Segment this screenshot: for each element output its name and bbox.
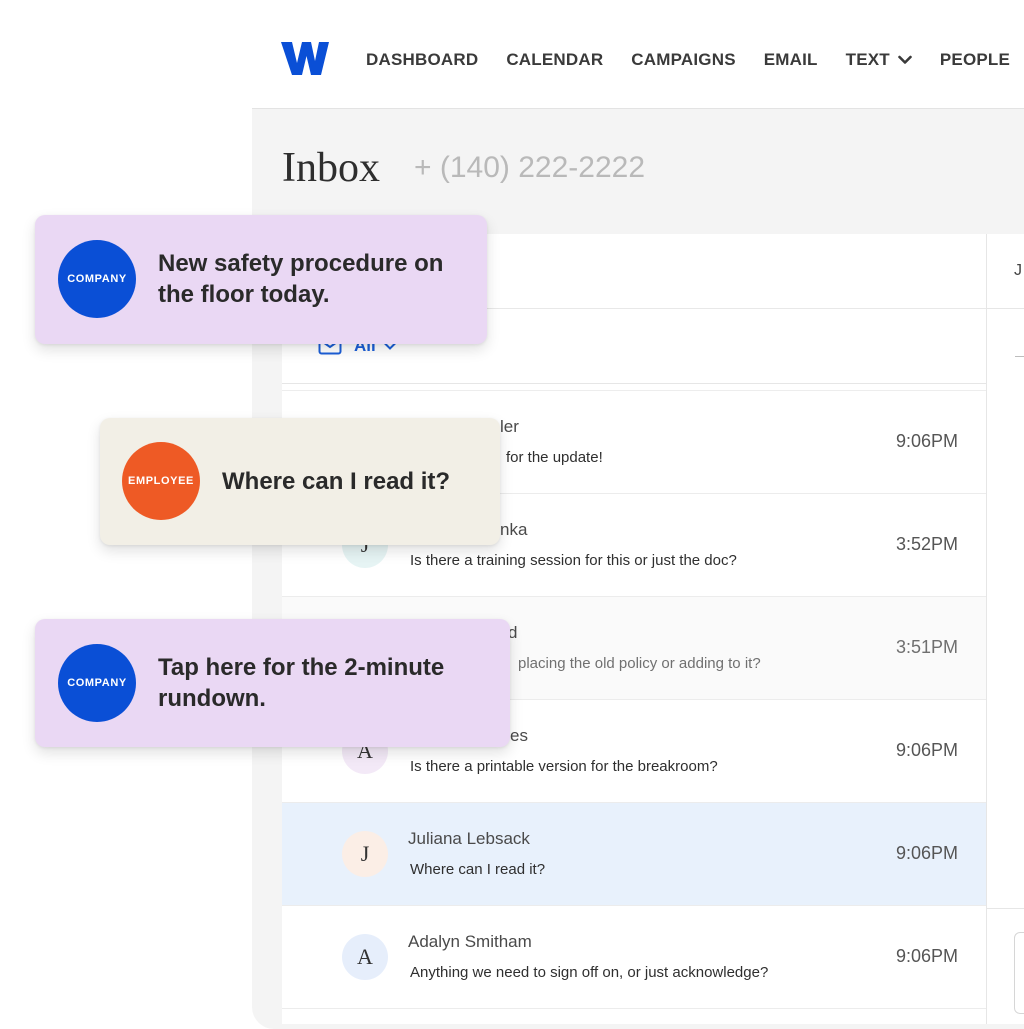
message-preview: Is there a printable version for the bre… xyxy=(410,758,718,775)
detail-header-divider xyxy=(986,308,1024,309)
message-time: 9:06PM xyxy=(895,946,958,966)
nav-calendar[interactable]: CALENDAR xyxy=(506,48,603,72)
message-composer-input[interactable] xyxy=(1014,932,1024,1014)
nav-email[interactable]: EMAIL xyxy=(764,48,818,72)
main-nav: DASHBOARD CALENDAR CAMPAIGNS EMAIL TEXT … xyxy=(366,48,1024,72)
contact-name: nka xyxy=(500,520,528,539)
conversation-detail-panel xyxy=(986,234,1024,1024)
avatar: A xyxy=(342,934,388,980)
contact-name: Juliana Lebsack xyxy=(408,829,530,848)
contact-name: Adalyn Smitham xyxy=(408,932,532,951)
page-title: Inbox xyxy=(282,145,380,191)
message-preview: Anything we need to sign off on, or just… xyxy=(410,964,769,981)
employee-message-card: EMPLOYEE Where can I read it? xyxy=(100,418,500,545)
detail-composer-divider xyxy=(986,908,1024,909)
nav-people[interactable]: PEOPLE xyxy=(940,48,1010,72)
message-preview: for the update! xyxy=(506,449,603,466)
inbox-phone-number: + (140) 222-2222 xyxy=(414,151,646,184)
message-time: 3:52PM xyxy=(895,534,958,554)
nav-text[interactable]: TEXT xyxy=(846,48,912,72)
avatar: J xyxy=(342,831,388,877)
conversation-row[interactable]: A Adalyn Smitham Anything we need to sig… xyxy=(282,906,986,1009)
nav-campaigns[interactable]: CAMPAIGNS xyxy=(631,48,735,72)
contact-name: es xyxy=(510,726,528,745)
filter-divider xyxy=(282,383,986,384)
card-message-text: Tap here for the 2-minute rundown. xyxy=(158,654,445,712)
company-message-card: COMPANY New safety procedure on the floo… xyxy=(35,215,487,344)
company-message-card[interactable]: COMPANY Tap here for the 2-minute rundow… xyxy=(35,619,510,747)
message-time: 9:06PM xyxy=(895,843,958,863)
contact-name: ler xyxy=(500,417,519,436)
message-preview: placing the old policy or adding to it? xyxy=(518,655,761,672)
chevron-down-icon xyxy=(898,55,912,64)
detail-header-initial: J xyxy=(1014,262,1022,279)
card-message-text: Where can I read it? xyxy=(222,468,451,495)
message-preview: Where can I read it? xyxy=(410,861,546,878)
company-badge: COMPANY xyxy=(58,644,136,722)
card-message-text: New safety procedure on the floor today. xyxy=(158,250,444,308)
message-time: 3:51PM xyxy=(895,637,958,657)
message-preview: Is there a training session for this or … xyxy=(410,552,737,569)
company-badge: COMPANY xyxy=(58,240,136,318)
message-time: 9:06PM xyxy=(895,431,958,451)
brand-logo[interactable] xyxy=(281,41,329,76)
message-time: 9:06PM xyxy=(895,740,958,760)
detail-divider-dash xyxy=(1015,356,1024,357)
nav-dashboard[interactable]: DASHBOARD xyxy=(366,48,478,72)
conversation-row-selected[interactable]: J Juliana Lebsack Where can I read it? 9… xyxy=(282,803,986,906)
employee-badge: EMPLOYEE xyxy=(122,442,200,520)
